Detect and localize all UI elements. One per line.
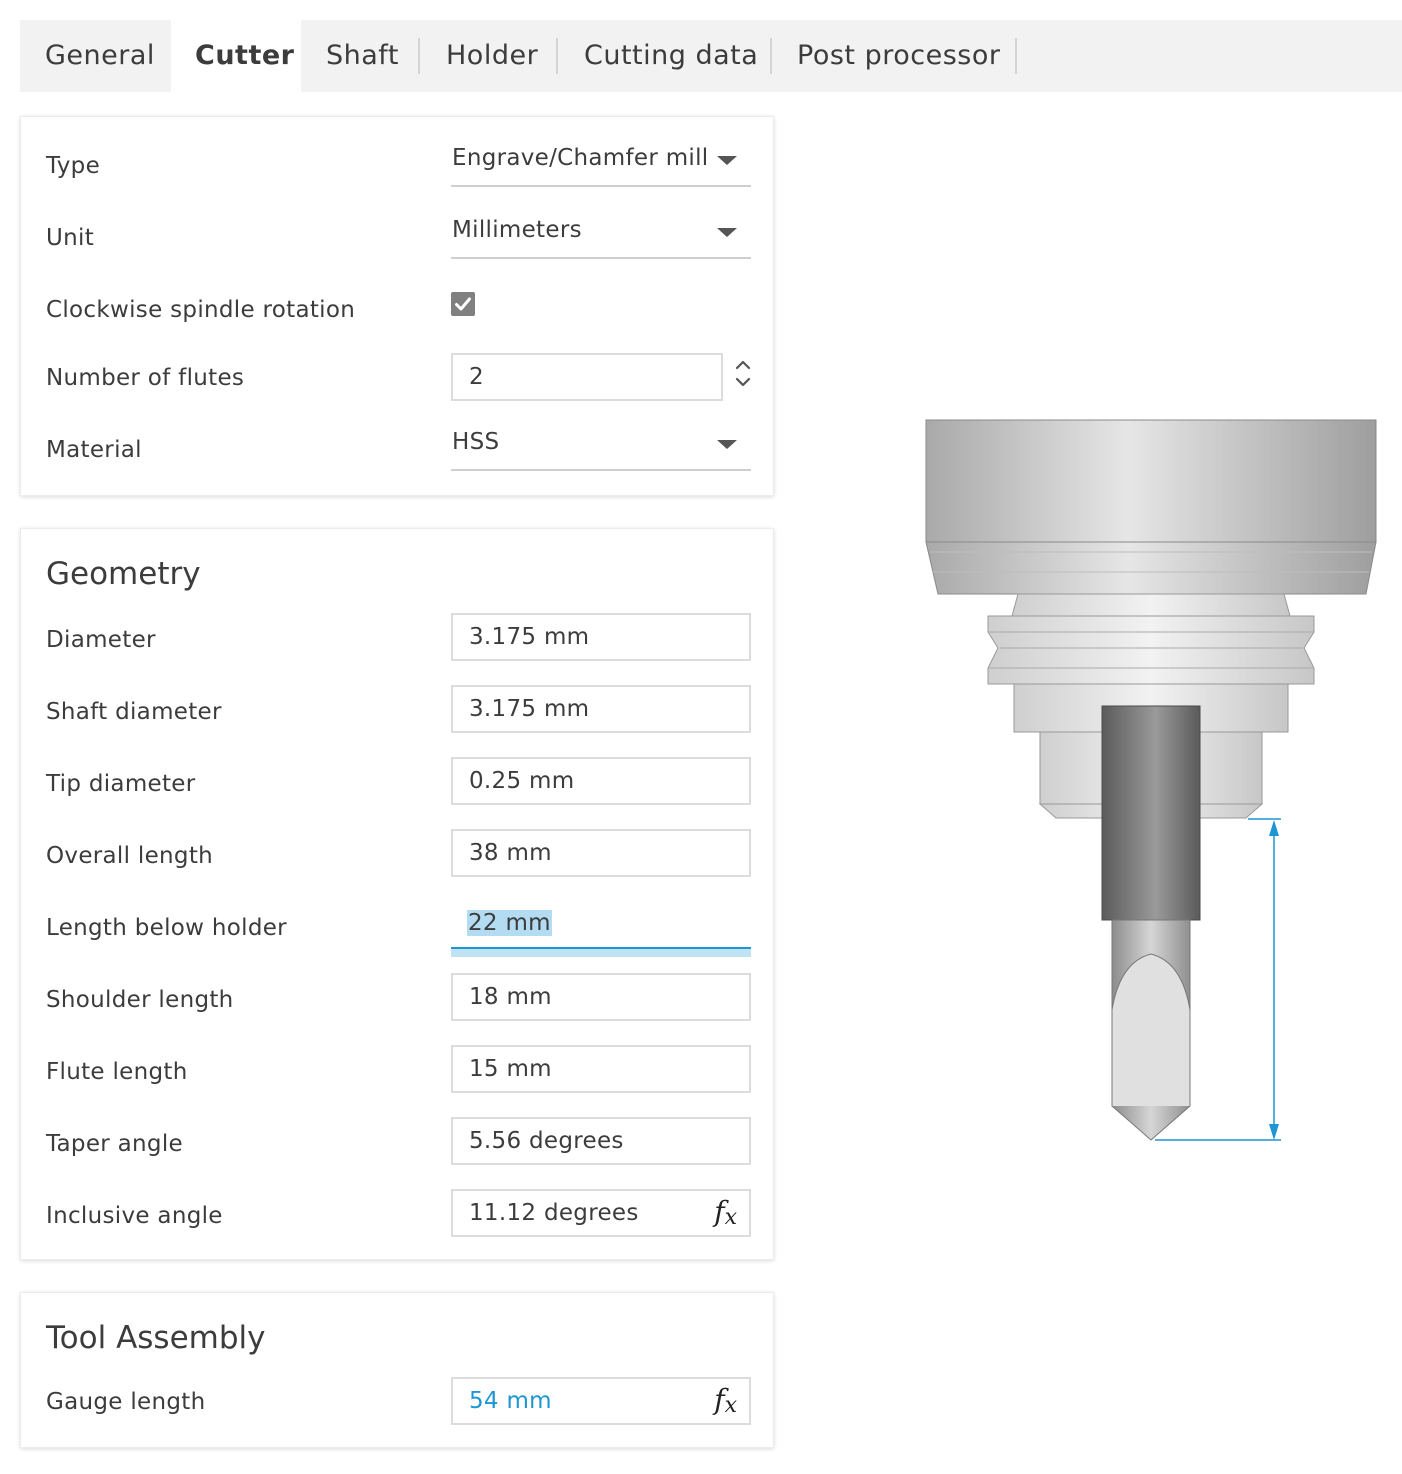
overall-length-label: Overall length	[46, 843, 214, 869]
selected-text: 22 mm	[467, 910, 552, 936]
shoulder-length-label: Shoulder length	[46, 987, 234, 1013]
tab-general[interactable]: General	[20, 20, 170, 92]
tool-shank	[1101, 705, 1201, 921]
material-label: Material	[46, 437, 142, 463]
chevron-up-down-icon[interactable]	[731, 353, 755, 401]
clockwise-label: Clockwise spindle rotation	[46, 297, 356, 323]
tab-shaft[interactable]: Shaft	[326, 20, 416, 92]
tool-assembly-title: Tool Assembly	[46, 1320, 266, 1356]
cutter-tip	[1111, 919, 1191, 1141]
diameter-value: 3.175 mm	[469, 624, 590, 650]
inclusive-angle-input[interactable]: 11.12 degrees fx	[451, 1189, 751, 1237]
tab-bar: General Cutter Shaft Holder Cutting data…	[20, 20, 1402, 92]
cutter-panel: Type Engrave/Chamfer mill Unit Millimete…	[20, 116, 774, 496]
caret-down-icon	[717, 228, 737, 237]
fx-icon[interactable]: fx	[714, 1383, 737, 1418]
material-dropdown[interactable]: HSS	[451, 425, 751, 471]
taper-angle-label: Taper angle	[46, 1131, 183, 1157]
caret-down-icon	[717, 440, 737, 449]
unit-dropdown[interactable]: Millimeters	[451, 213, 751, 259]
tab-cutting-data[interactable]: Cutting data	[584, 20, 764, 92]
unit-value: Millimeters	[452, 217, 582, 243]
diameter-label: Diameter	[46, 627, 156, 653]
type-dropdown[interactable]: Engrave/Chamfer mill	[451, 141, 751, 187]
tip-diameter-value: 0.25 mm	[469, 768, 575, 794]
shaft-diameter-value: 3.175 mm	[469, 696, 590, 722]
tab-divider	[770, 38, 772, 74]
shaft-diameter-label: Shaft diameter	[46, 699, 222, 725]
tip-diameter-label: Tip diameter	[46, 771, 196, 797]
diameter-input[interactable]: 3.175 mm	[451, 613, 751, 661]
checkmark-icon	[455, 297, 471, 311]
flutes-input[interactable]: 2	[451, 353, 723, 401]
geometry-panel: Geometry Diameter 3.175 mm Shaft diamete…	[20, 528, 774, 1260]
gauge-length-value: 54 mm	[469, 1388, 552, 1414]
inclusive-angle-label: Inclusive angle	[46, 1203, 223, 1229]
fx-icon[interactable]: fx	[714, 1195, 737, 1230]
shoulder-length-input[interactable]: 18 mm	[451, 973, 751, 1021]
overall-length-input[interactable]: 38 mm	[451, 829, 751, 877]
flute-length-value: 15 mm	[469, 1056, 552, 1082]
length-below-holder-label: Length below holder	[46, 915, 287, 941]
overall-length-value: 38 mm	[469, 840, 552, 866]
flutes-value: 2	[469, 364, 484, 390]
tab-holder[interactable]: Holder	[446, 20, 556, 92]
tip-diameter-input[interactable]: 0.25 mm	[451, 757, 751, 805]
tab-divider	[418, 38, 420, 74]
tab-cutter[interactable]: Cutter	[171, 20, 301, 92]
holder-body	[925, 419, 1377, 595]
inclusive-angle-value: 11.12 degrees	[469, 1200, 639, 1226]
flute-length-label: Flute length	[46, 1059, 188, 1085]
tab-post-processor[interactable]: Post processor	[797, 20, 1017, 92]
gauge-length-label: Gauge length	[46, 1389, 206, 1415]
taper-angle-value: 5.56 degrees	[469, 1128, 624, 1154]
flute-length-input[interactable]: 15 mm	[451, 1045, 751, 1093]
tool-preview	[925, 419, 1377, 1141]
taper-angle-input[interactable]: 5.56 degrees	[451, 1117, 751, 1165]
material-value: HSS	[452, 429, 500, 455]
shoulder-length-value: 18 mm	[469, 984, 552, 1010]
tab-divider	[556, 38, 558, 74]
tool-assembly-panel: Tool Assembly Gauge length 54 mm fx	[20, 1292, 774, 1448]
type-value: Engrave/Chamfer mill	[452, 145, 709, 171]
shaft-diameter-input[interactable]: 3.175 mm	[451, 685, 751, 733]
unit-label: Unit	[46, 225, 95, 251]
clockwise-checkbox[interactable]	[451, 292, 475, 316]
tab-divider	[1015, 38, 1017, 74]
flutes-label: Number of flutes	[46, 365, 245, 391]
type-label: Type	[46, 153, 101, 179]
length-below-holder-value: 22 mm	[467, 910, 552, 936]
length-below-holder-input[interactable]: 22 mm	[451, 901, 751, 957]
gauge-length-input[interactable]: 54 mm fx	[451, 1377, 751, 1425]
caret-down-icon	[717, 156, 737, 165]
geometry-title: Geometry	[46, 556, 201, 592]
